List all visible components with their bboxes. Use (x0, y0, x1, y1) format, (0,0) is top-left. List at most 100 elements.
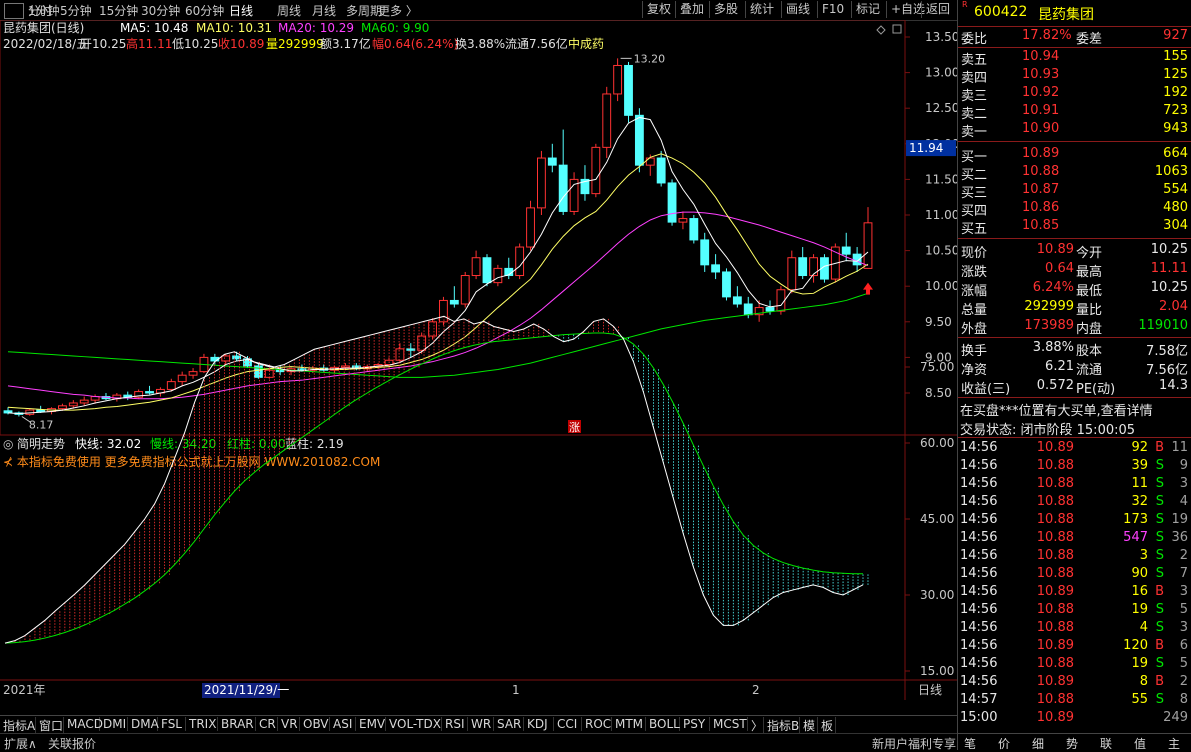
indicator-tab-2[interactable]: MACD (64, 717, 103, 731)
price-tick-0: 13.50 (925, 30, 957, 44)
diamond-icon[interactable] (876, 25, 886, 35)
indicator-tab-10[interactable]: OBV (300, 717, 330, 731)
price-tick-10: 8.50 (925, 386, 952, 400)
indicator-tab-8[interactable]: CR (256, 717, 278, 731)
toolbar-button-6[interactable]: 标记 (851, 1, 884, 18)
tick-time-6: 14:56 (960, 548, 998, 563)
candle (515, 246, 525, 277)
tab-3[interactable]: 15分钟 (99, 2, 138, 19)
up-arrow-icon (863, 282, 873, 295)
toolbar-button-8[interactable]: 返回 (921, 1, 954, 18)
kline-chart[interactable]: 昆药集团(日线) MA5: 10.48 MA10: 10.31 MA20: 10.29… (0, 20, 957, 700)
indicator-tab-11[interactable]: ASI (330, 717, 356, 731)
indicator-tab-21[interactable]: BOLL (646, 717, 680, 731)
candle (863, 222, 873, 269)
tick-price-3: 10.88 (1036, 494, 1074, 509)
toolbar-button-2[interactable]: 多股 (709, 1, 742, 18)
indicator-tab-4[interactable]: DMA (128, 717, 159, 731)
stat-label-1: 涨跌 (961, 265, 988, 280)
indicator-tab-16[interactable]: SAR (494, 717, 524, 731)
indicator-tab-23[interactable]: MCST (710, 717, 748, 731)
candle (177, 374, 187, 383)
indicator-tab-27[interactable]: 板 (818, 717, 836, 734)
toolbar-button-1[interactable]: 叠加 (675, 1, 708, 18)
bid-row-0: 买一 10.89 664 (958, 146, 1191, 165)
tick-time-12: 14:56 (960, 656, 998, 671)
weicha-value: 927 (1163, 28, 1188, 43)
trade-state: 交易状态: 闭市阶段 15:00:05 (960, 423, 1136, 438)
indicator-tab-6[interactable]: TRIX (186, 717, 218, 731)
indicator-tab-7[interactable]: BRAR (218, 717, 256, 731)
indicator-tab-0[interactable]: 指标A (0, 717, 36, 734)
indicator-tab-9[interactable]: VR (278, 717, 300, 731)
tick-row-15: 15:00 10.89 249 (958, 710, 1191, 728)
toolbar-button-4[interactable]: 画线 (781, 1, 814, 18)
indicator-tab-1[interactable]: 窗口 (36, 717, 64, 734)
quote-tab-1[interactable]: 价 (998, 735, 1010, 752)
tick-price-4: 10.88 (1036, 512, 1074, 527)
indicator-tab-3[interactable]: DMI (100, 717, 128, 731)
indicator-tick-2: 45.00 (920, 512, 954, 526)
chart-volume: 量292999 (266, 37, 324, 51)
tick-count-8: 3 (1179, 584, 1188, 599)
quote-tab-4[interactable]: 联 (1100, 735, 1112, 752)
quote-tab-2[interactable]: 细 (1032, 735, 1044, 752)
tick-time-14: 14:57 (960, 692, 998, 707)
quote-tab-6[interactable]: 主 (1168, 735, 1180, 752)
tick-price-10: 10.88 (1036, 620, 1074, 635)
indicator-tab-18[interactable]: CCI (554, 717, 582, 731)
weibi-row: 委比 17.82% 委差 927 (958, 28, 1191, 47)
quote-tab-0[interactable]: 笔 (964, 735, 976, 752)
quote-tab-5[interactable]: 值 (1134, 735, 1146, 752)
ma60-label: MA60: 9.90 (361, 21, 429, 35)
indicator-tab-26[interactable]: 模 (800, 717, 818, 734)
tick-time-5: 14:56 (960, 530, 998, 545)
tick-row-0: 14:56 10.89 92 B 11 (958, 440, 1191, 458)
indicator-tab-15[interactable]: WR (468, 717, 494, 731)
indicator-tab-22[interactable]: PSY (680, 717, 710, 731)
chart-date: 2022/02/18/五 (3, 37, 88, 51)
candle (689, 218, 699, 241)
expand-button[interactable]: 扩展∧ (4, 735, 37, 752)
tab-9[interactable]: 多周期 (346, 2, 382, 19)
tick-price-13: 10.89 (1036, 674, 1074, 689)
indicator-tab-14[interactable]: RSI (442, 717, 468, 731)
tick-vol-6: 3 (1139, 548, 1148, 563)
tab-2[interactable]: 5分钟 (60, 2, 92, 19)
window-icon[interactable] (892, 24, 902, 34)
weibi-label: 委比 (961, 32, 988, 47)
tick-price-12: 10.88 (1036, 656, 1074, 671)
candle (798, 257, 808, 277)
toolbar-button-0[interactable]: 复权 (642, 1, 675, 18)
tab-5[interactable]: 60分钟 (185, 2, 224, 19)
indicator-tabs: 指标A 窗口 MACD DMI DMA FSL TRIX BRAR CR VR OBV ASI EMV V… (0, 715, 957, 734)
toolbar-button-5[interactable]: F10 (817, 1, 848, 18)
tab-7[interactable]: 周线 (277, 2, 301, 19)
quote-tab-3[interactable]: 势 (1066, 735, 1078, 752)
indicator-tab-13[interactable]: VOL-TDX (386, 717, 442, 731)
indicator-tab-12[interactable]: EMV (356, 717, 386, 731)
tab-10[interactable]: 更多 〉 (378, 2, 418, 19)
indicator-tab-17[interactable]: KDJ (524, 717, 554, 731)
tab-8[interactable]: 月线 (312, 2, 336, 19)
linked-quote-button[interactable]: 关联报价 (48, 735, 96, 752)
price-tick-6: 10.50 (925, 244, 957, 258)
tab-1[interactable]: 1分钟 (28, 2, 60, 19)
info-row-1: 净资 6.21 流通 7.56亿 (958, 359, 1191, 378)
indicator-tab-24[interactable]: 〉 (748, 717, 764, 734)
indicator-tab-19[interactable]: ROC (582, 717, 612, 731)
tab-4[interactable]: 30分钟 (141, 2, 180, 19)
price-pane-frame (0, 20, 906, 436)
candle (68, 402, 78, 407)
tab-6[interactable]: 日线 (229, 2, 253, 19)
candle (145, 391, 154, 394)
indicator-tab-5[interactable]: FSL (158, 717, 186, 731)
ask-vol-4: 943 (1163, 121, 1188, 136)
menu-icon[interactable] (4, 3, 24, 19)
promo-link[interactable]: 新用户福利专享 (872, 735, 956, 752)
tick-count-5: 36 (1171, 530, 1188, 545)
indicator-tab-25[interactable]: 指标B (764, 717, 800, 734)
toolbar-button-3[interactable]: 统计 (745, 1, 778, 18)
tick-time-2: 14:56 (960, 476, 998, 491)
indicator-tab-20[interactable]: MTM (612, 717, 646, 731)
